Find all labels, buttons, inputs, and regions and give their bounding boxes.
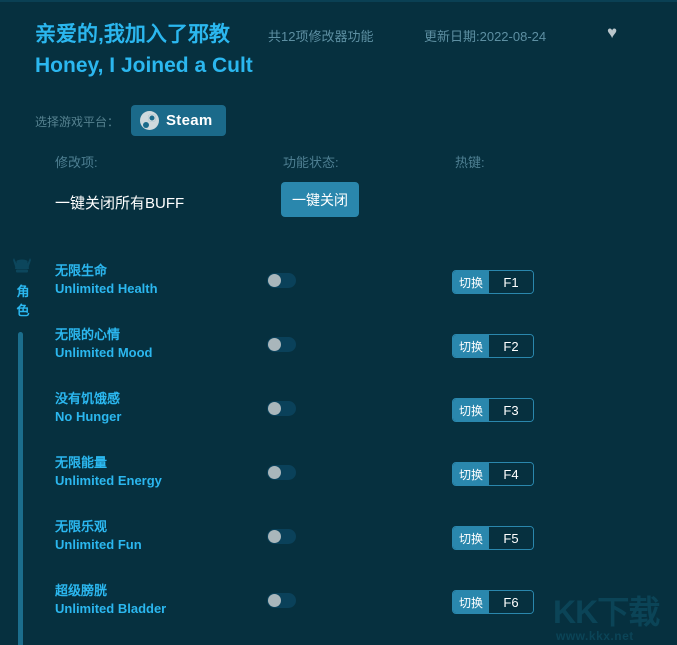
hotkey-action-label: 切换 <box>453 591 490 613</box>
cheat-toggle-switch[interactable] <box>267 529 296 544</box>
update-date-label: 更新日期:2022-08-24 <box>424 29 547 44</box>
toggle-knob <box>268 530 281 543</box>
cheat-toggle-switch[interactable] <box>267 465 296 480</box>
hotkey-key-label: F5 <box>489 527 534 549</box>
hotkey-key-label: F4 <box>489 463 534 485</box>
cheat-row: 无限能量 Unlimited Energy 切换 F4 <box>0 446 677 510</box>
cheat-name-english: Unlimited Fun <box>55 537 142 552</box>
cheat-name-chinese: 无限乐观 <box>55 519 108 534</box>
cheat-name-group: 无限能量 Unlimited Energy <box>55 454 255 490</box>
hotkey-key-label: F1 <box>489 271 534 293</box>
heart-icon[interactable]: ♥ <box>602 23 622 43</box>
game-title-english: Honey, I Joined a Cult <box>35 54 253 77</box>
feature-count-label: 共12项修改器功能 <box>268 29 374 44</box>
cheat-hotkey-button[interactable]: 切换 F4 <box>452 462 535 486</box>
toggle-knob <box>268 594 281 607</box>
cheat-hotkey-button[interactable]: 切换 F5 <box>452 526 535 550</box>
cheat-toggle-switch[interactable] <box>267 593 296 608</box>
hotkey-key-label: F3 <box>489 399 534 421</box>
cheat-row: 无限乐观 Unlimited Fun 切换 F5 <box>0 510 677 574</box>
steam-icon <box>140 111 159 130</box>
cheat-name-chinese: 没有饥饿感 <box>55 391 121 406</box>
cheat-name-english: Unlimited Health <box>55 281 158 296</box>
toggle-knob <box>268 466 281 479</box>
master-disable-row: 一键关闭所有BUFF 一键关闭 <box>0 182 677 222</box>
cheat-name-chinese: 超级膀胱 <box>55 583 108 598</box>
toggle-knob <box>268 338 281 351</box>
platform-label: 选择游戏平台： <box>35 115 120 129</box>
hotkey-action-label: 切换 <box>453 335 490 357</box>
cheat-name-group: 无限的心情 Unlimited Mood <box>55 326 255 362</box>
cheat-hotkey-button[interactable]: 切换 F6 <box>452 590 535 614</box>
cheat-name-chinese: 无限的心情 <box>55 327 121 342</box>
cheat-toggle-switch[interactable] <box>267 401 296 416</box>
cheat-name-english: Unlimited Bladder <box>55 601 167 616</box>
cheat-name-group: 超级膀胱 Unlimited Bladder <box>55 582 255 618</box>
master-disable-label: 一键关闭所有BUFF <box>55 195 185 212</box>
cheat-name-group: 没有饥饿感 No Hunger <box>55 390 255 426</box>
toggle-knob <box>268 274 281 287</box>
cheat-toggle-switch[interactable] <box>267 337 296 352</box>
cheat-name-english: No Hunger <box>55 409 122 424</box>
cheat-name-english: Unlimited Mood <box>55 345 153 360</box>
column-header-hotkey: 热键: <box>455 155 485 170</box>
column-header-status: 功能状态: <box>283 155 339 170</box>
cheat-name-chinese: 无限能量 <box>55 455 108 470</box>
cheat-name-english: Unlimited Energy <box>55 473 162 488</box>
column-headers: 修改项: 功能状态: 热键: <box>0 152 677 174</box>
cheat-name-chinese: 无限生命 <box>55 263 108 278</box>
cheat-hotkey-button[interactable]: 切换 F3 <box>452 398 535 422</box>
cheat-name-group: 无限生命 Unlimited Health <box>55 262 255 298</box>
hotkey-action-label: 切换 <box>453 463 490 485</box>
cheat-row: 无限生命 Unlimited Health 切换 F1 <box>0 254 677 318</box>
column-header-item: 修改项: <box>55 155 98 170</box>
master-disable-button[interactable]: 一键关闭 <box>281 182 359 217</box>
platform-steam-label: Steam <box>166 112 213 129</box>
cheat-hotkey-button[interactable]: 切换 F1 <box>452 270 535 294</box>
cheat-row: 无限的心情 Unlimited Mood 切换 F2 <box>0 318 677 382</box>
cheat-row: 没有饥饿感 No Hunger 切换 F3 <box>0 382 677 446</box>
hotkey-key-label: F6 <box>489 591 534 613</box>
hotkey-action-label: 切换 <box>453 271 490 293</box>
hotkey-action-label: 切换 <box>453 527 490 549</box>
toggle-knob <box>268 402 281 415</box>
platform-selector: 选择游戏平台： Steam <box>0 105 677 139</box>
cheat-row: 超级膀胱 Unlimited Bladder 切换 F6 <box>0 574 677 638</box>
cheat-list: 无限生命 Unlimited Health 切换 F1 无限的心情 Unlimited M… <box>0 254 677 638</box>
header: 亲爱的,我加入了邪教 Honey, I Joined a Cult 共12项修改… <box>0 2 677 92</box>
hotkey-key-label: F2 <box>489 335 534 357</box>
cheat-toggle-switch[interactable] <box>267 273 296 288</box>
hotkey-action-label: 切换 <box>453 399 490 421</box>
platform-steam-button[interactable]: Steam <box>131 105 226 136</box>
trainer-window: 亲爱的,我加入了邪教 Honey, I Joined a Cult 共12项修改… <box>0 0 677 645</box>
game-title-chinese: 亲爱的,我加入了邪教 <box>35 23 230 46</box>
cheat-hotkey-button[interactable]: 切换 F2 <box>452 334 535 358</box>
cheat-name-group: 无限乐观 Unlimited Fun <box>55 518 255 554</box>
